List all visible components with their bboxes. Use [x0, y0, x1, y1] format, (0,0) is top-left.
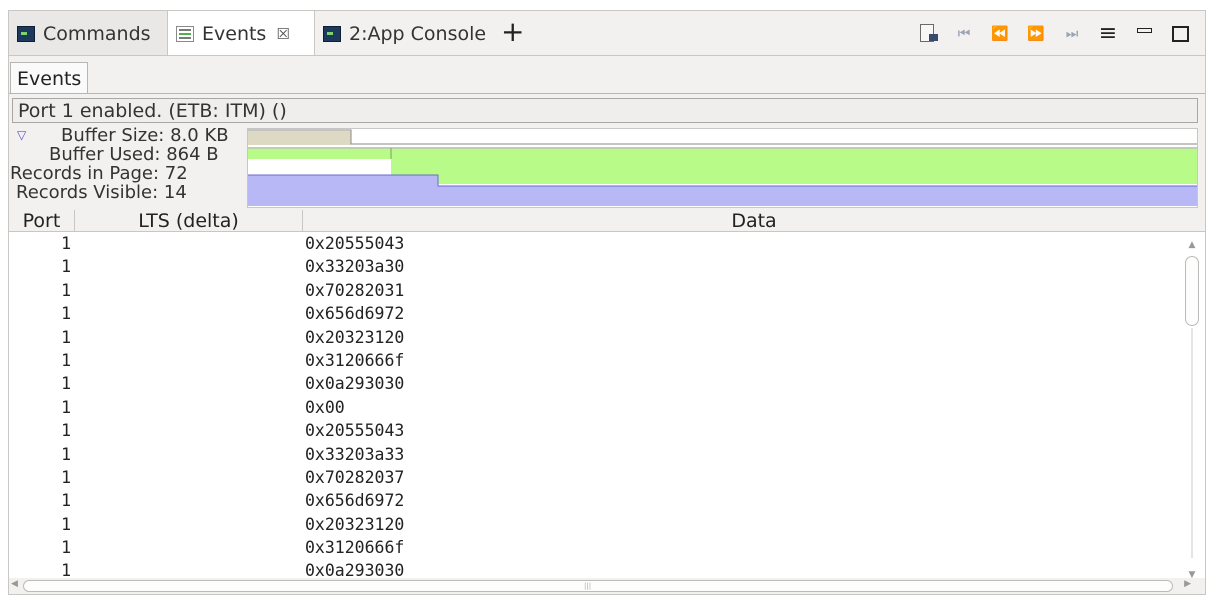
table-row[interactable]: 1 0x33203a30: [9, 255, 1185, 278]
table-row[interactable]: 1 0x3120666f: [9, 349, 1185, 372]
events-icon: [176, 26, 194, 42]
export-icon[interactable]: [913, 19, 943, 49]
port-cell: 1: [61, 280, 71, 300]
table-row[interactable]: 1 0x0a293030: [9, 559, 1185, 576]
buffer-info: ▽ Buffer Size: 8.0 KB Buffer Used: 864 B…: [9, 126, 249, 208]
records-visible: Records Visible: 14: [16, 182, 187, 203]
add-tab-icon[interactable]: +: [501, 15, 524, 48]
column-header-port[interactable]: Port: [9, 210, 75, 232]
records-page-fill: [248, 175, 438, 186]
data-cell: 0x20323120: [305, 514, 405, 534]
table-row[interactable]: 1 0x20555043: [9, 232, 1185, 255]
view-toolbar: ⏮ ⏪ ⏩ ⏭ ≡: [907, 11, 1195, 56]
scroll-left-icon[interactable]: ◀: [11, 579, 18, 589]
collapse-triangle-icon[interactable]: ▽: [17, 128, 26, 142]
port-cell: 1: [61, 374, 71, 394]
port-cell: 1: [61, 561, 71, 576]
status-bar: Port 1 enabled. (ETB: ITM) (): [12, 98, 1198, 123]
minimize-icon[interactable]: [1129, 19, 1159, 49]
port-cell: 1: [61, 467, 71, 487]
data-cell: 0x70282037: [305, 467, 405, 487]
tab-label: 2:App Console: [349, 22, 487, 45]
port-cell: 1: [61, 514, 71, 534]
buffer-size-fill: [248, 131, 351, 145]
data-cell: 0x00: [305, 397, 345, 417]
scrollbar-thumb[interactable]: [1185, 256, 1199, 326]
tab-events[interactable]: Events ☒: [167, 11, 315, 57]
table-row[interactable]: 1 0x20323120: [9, 326, 1185, 349]
scroll-right-icon[interactable]: ▶: [1184, 579, 1191, 589]
table-body: 1 0x20555043 1 0x33203a30 1 0x70282031 1 0x656d…: [9, 232, 1185, 576]
buffer-size-line: [248, 129, 1197, 145]
data-cell: 0x3120666f: [305, 538, 405, 558]
port-cell: 1: [61, 397, 71, 417]
buffer-used-fill: [248, 149, 391, 159]
table-row[interactable]: 1 0x20323120: [9, 513, 1185, 536]
data-cell: 0x3120666f: [305, 350, 405, 370]
tab-label: Commands: [43, 22, 151, 45]
data-cell: 0x0a293030: [305, 374, 405, 394]
table-row[interactable]: 1 0x00: [9, 396, 1185, 419]
view-tab-bar: Commands Events ☒ 2:App Console + ⏮ ⏪ ⏩ …: [8, 10, 1206, 57]
buffer-used: Buffer Used: 864 B: [49, 144, 219, 165]
last-record-icon[interactable]: ⏭: [1057, 19, 1087, 49]
events-table: Port LTS (delta) Data 1 0x20555043 1 0x3320…: [9, 210, 1205, 594]
column-header-data[interactable]: Data: [303, 210, 1205, 232]
port-cell: 1: [61, 234, 71, 253]
port-cell: 1: [61, 421, 71, 441]
divider: [9, 93, 1205, 94]
grip-icon: |||: [584, 582, 592, 590]
console-icon: [323, 25, 341, 42]
view-menu-icon[interactable]: ≡: [1093, 19, 1123, 49]
scrollbar-thumb[interactable]: |||: [23, 580, 1173, 592]
port-cell: 1: [61, 304, 71, 324]
column-header-lts[interactable]: LTS (delta): [75, 210, 303, 232]
data-cell: 0x20555043: [305, 421, 405, 441]
port-cell: 1: [61, 444, 71, 464]
table-row[interactable]: 1 0x70282037: [9, 466, 1185, 489]
buffer-graph-svg: [248, 129, 1197, 206]
next-record-icon[interactable]: ⏩: [1021, 19, 1051, 49]
table-row[interactable]: 1 0x656d6972: [9, 489, 1185, 512]
buffer-graph: [247, 128, 1198, 208]
records-page-fill-main: [248, 186, 1197, 206]
records-in-page: Records in Page: 72: [10, 163, 188, 184]
events-view: Events Port 1 enabled. (ETB: ITM) () ▽ B…: [8, 55, 1206, 595]
data-cell: 0x656d6972: [305, 304, 405, 324]
tab-app-console[interactable]: 2:App Console: [315, 11, 493, 56]
horizontal-scrollbar[interactable]: ◀ ||| ▶: [9, 578, 1205, 594]
buffer-used-fill-main: [391, 149, 1197, 184]
port-cell: 1: [61, 491, 71, 511]
table-row[interactable]: 1 0x20555043: [9, 419, 1185, 442]
port-cell: 1: [61, 257, 71, 277]
tab-label: Events: [202, 23, 267, 45]
data-cell: 0x33203a33: [305, 444, 405, 464]
buffer-size: Buffer Size: 8.0 KB: [61, 125, 229, 146]
data-cell: 0x0a293030: [305, 561, 405, 576]
table-row[interactable]: 1 0x70282031: [9, 279, 1185, 302]
vertical-scrollbar[interactable]: ▲ ▼: [1185, 238, 1199, 580]
tab-commands[interactable]: Commands: [9, 11, 167, 56]
port-cell: 1: [61, 538, 71, 558]
port-cell: 1: [61, 327, 71, 347]
data-cell: 0x20555043: [305, 234, 405, 253]
port-cell: 1: [61, 350, 71, 370]
maximize-icon[interactable]: [1165, 19, 1195, 49]
previous-record-icon[interactable]: ⏪: [985, 19, 1015, 49]
first-record-icon[interactable]: ⏮: [949, 19, 979, 49]
scroll-up-icon[interactable]: ▲: [1185, 238, 1199, 252]
tab-events-sub[interactable]: Events: [10, 62, 89, 94]
data-cell: 0x70282031: [305, 280, 405, 300]
table-row[interactable]: 1 0x3120666f: [9, 536, 1185, 559]
table-header: Port LTS (delta) Data: [9, 210, 1205, 232]
table-row[interactable]: 1 0x0a293030: [9, 372, 1185, 395]
close-icon[interactable]: ☒: [276, 25, 289, 43]
data-cell: 0x20323120: [305, 327, 405, 347]
data-cell: 0x656d6972: [305, 491, 405, 511]
data-cell: 0x33203a30: [305, 257, 405, 277]
table-row[interactable]: 1 0x33203a33: [9, 443, 1185, 466]
table-row[interactable]: 1 0x656d6972: [9, 302, 1185, 325]
scrollbar-track[interactable]: [1191, 328, 1193, 558]
console-icon: [17, 25, 35, 42]
